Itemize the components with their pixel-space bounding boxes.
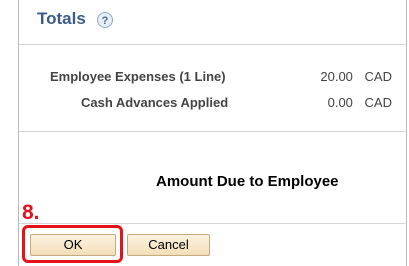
employee-expenses-label: Employee Expenses (1 Line) bbox=[50, 69, 226, 84]
cash-advances-currency: CAD bbox=[364, 95, 392, 110]
cash-advances-label: Cash Advances Applied bbox=[81, 95, 229, 110]
ok-button[interactable]: OK bbox=[30, 234, 116, 256]
divider bbox=[19, 223, 407, 224]
divider bbox=[19, 44, 407, 45]
cancel-button[interactable]: Cancel bbox=[127, 234, 210, 256]
amount-due-label: Amount Due to Employee bbox=[156, 173, 339, 190]
cash-advances-value: 0.00 CAD bbox=[328, 95, 392, 110]
divider bbox=[19, 131, 407, 132]
employee-expenses-currency: CAD bbox=[364, 69, 392, 84]
step-annotation: 8. bbox=[22, 201, 40, 224]
employee-expenses-value: 20.00 CAD bbox=[320, 69, 392, 84]
panel-title: Totals bbox=[37, 9, 86, 28]
cash-advances-amount: 0.00 bbox=[327, 95, 353, 110]
employee-expenses-amount: 20.00 bbox=[320, 69, 353, 84]
help-question-icon[interactable]: ? bbox=[97, 12, 113, 28]
